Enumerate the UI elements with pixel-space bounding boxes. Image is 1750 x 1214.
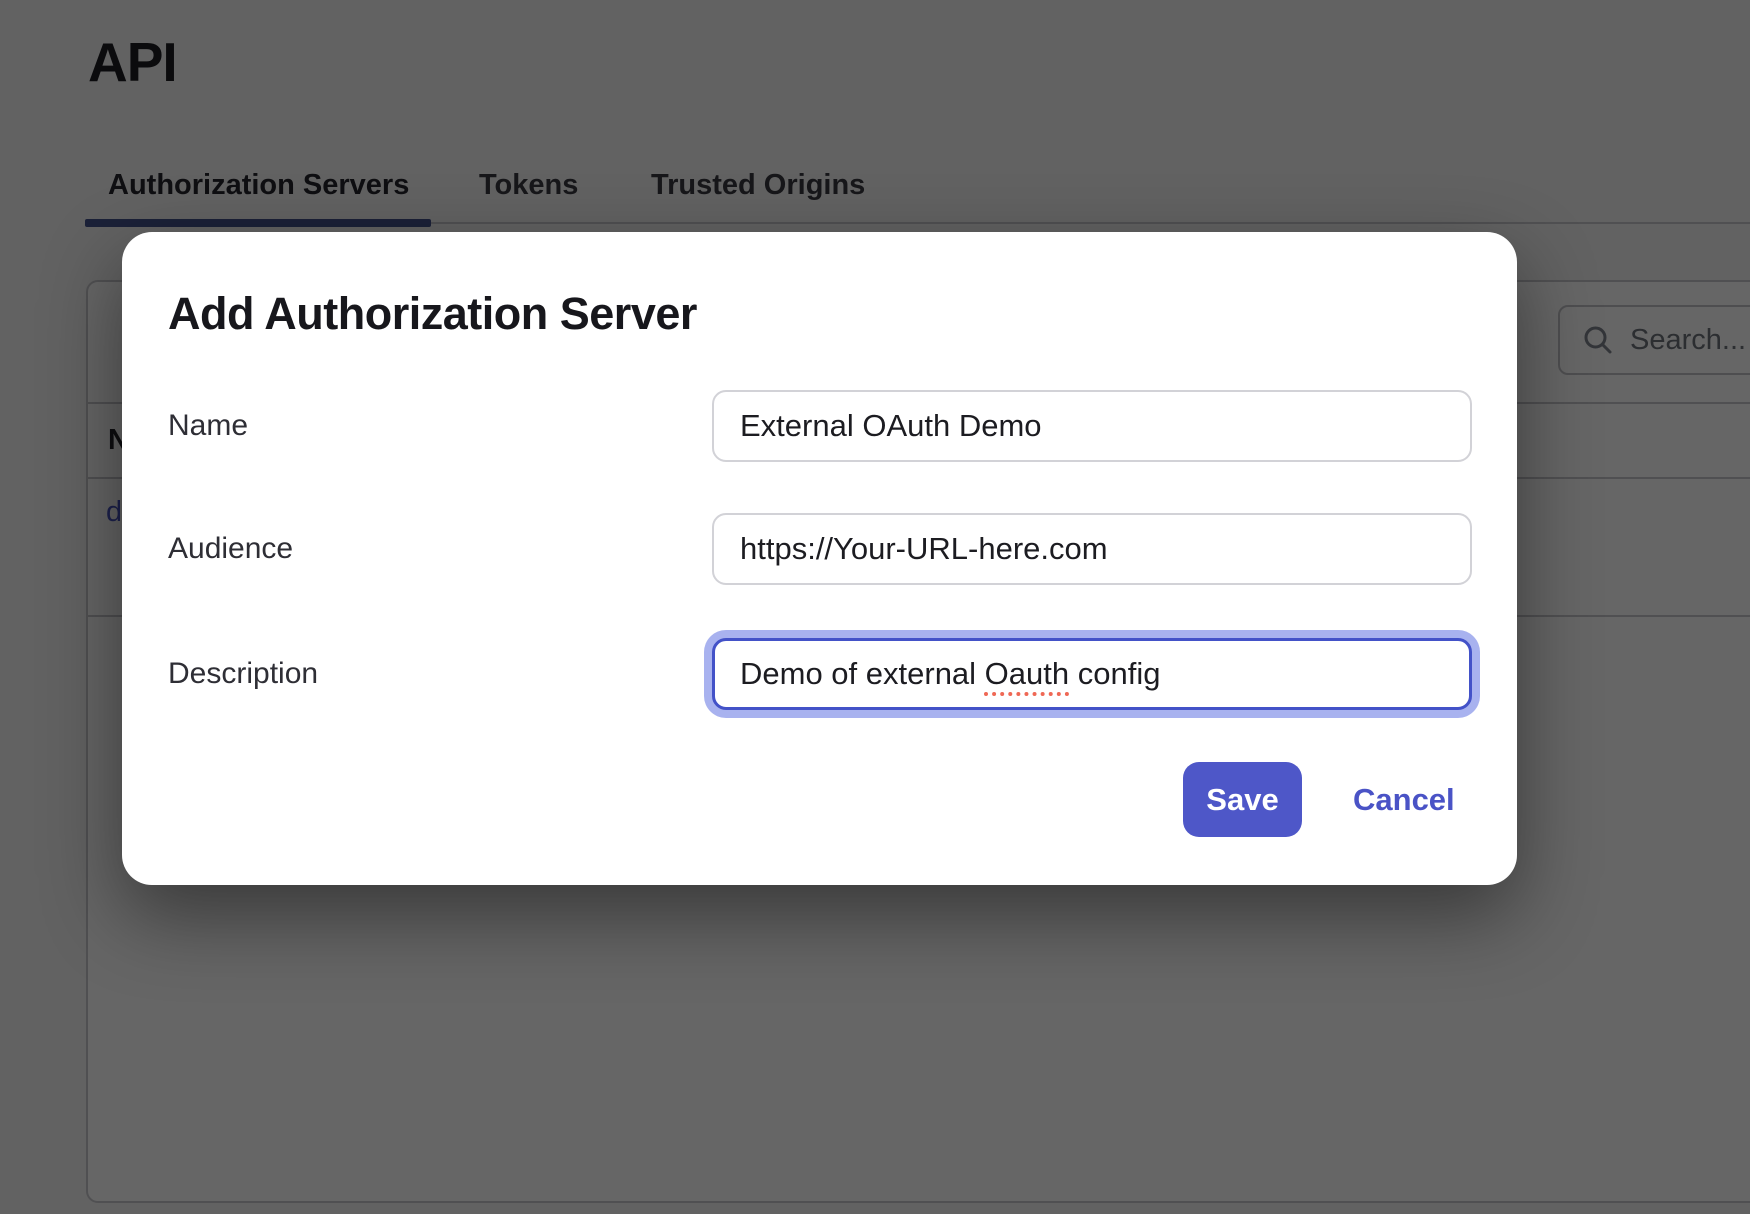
description-text-suffix: config [1069,656,1160,691]
description-input[interactable]: Demo of external Oauth config [712,638,1472,710]
cancel-button[interactable]: Cancel [1353,762,1455,837]
description-text-prefix: Demo of external [740,656,985,691]
name-input[interactable] [712,390,1472,462]
description-field-label: Description [168,638,318,710]
name-field-label: Name [168,390,248,462]
modal-title: Add Authorization Server [168,288,697,340]
add-authorization-server-modal: Add Authorization Server Name Audience D… [122,232,1517,885]
save-button[interactable]: Save [1183,762,1302,837]
audience-input[interactable] [712,513,1472,585]
description-misspelled-word: Oauth [985,656,1069,691]
app-root: API Authorization Servers Tokens Trusted… [0,0,1750,1214]
audience-field-label: Audience [168,513,293,585]
